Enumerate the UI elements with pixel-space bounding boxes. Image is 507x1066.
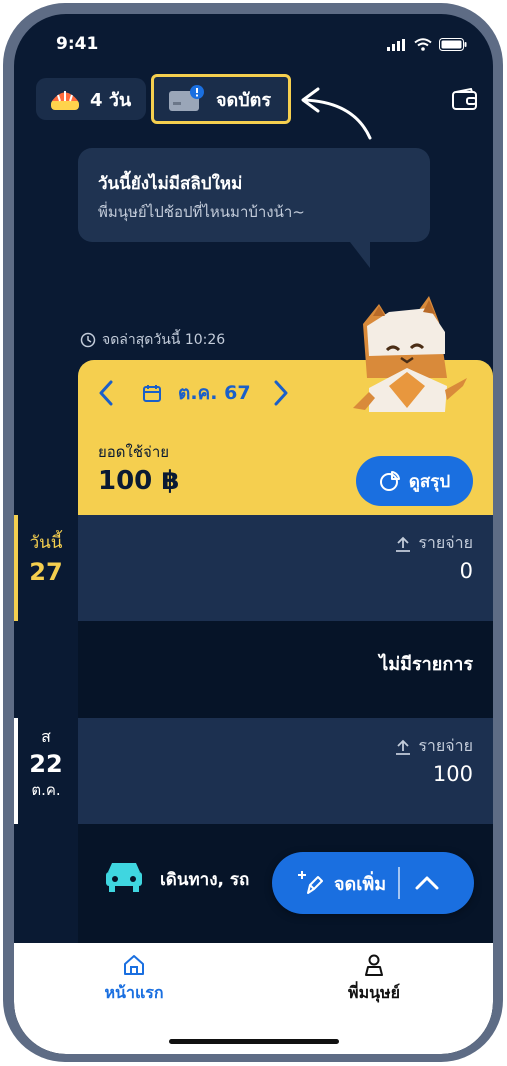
status-bar: 9:41 [14,14,493,72]
summary-label: ดูสรุป [408,471,451,492]
date-today: วันนี้ 27 [14,529,78,586]
cat-mascot-icon [353,296,467,412]
battery-icon [439,38,467,51]
tab-home-label: หน้าแรก [104,983,164,1002]
month-label[interactable]: ต.ค. 67 [178,378,251,408]
add-record-button[interactable]: จดเพิ่ม [272,869,386,898]
month-navigator: ต.ค. 67 [98,378,289,408]
wifi-icon [414,38,432,51]
signal-icon [387,38,405,51]
add-record-label: จดเพิ่ม [334,873,387,895]
date-weekday: วันนี้ [29,533,63,553]
transaction-category: เดินทาง, รถ [160,870,250,890]
home-indicator [169,1039,339,1044]
calendar-icon [142,383,162,403]
day-expense-summary[interactable]: รายจ่าย 100 [78,718,493,824]
expense-label: รายจ่าย [394,531,473,556]
date-day: 27 [29,558,63,586]
next-month-icon[interactable] [273,380,289,406]
credit-card-icon [169,85,204,111]
streak-label: 4 วัน [90,89,132,111]
bubble-tail [350,242,370,268]
date-month: ต.ค. [31,781,61,799]
pie-chart-icon [379,471,400,491]
upload-arrow-icon [396,739,411,755]
date-weekday: ส [41,727,51,746]
chevron-up-icon[interactable] [414,875,440,891]
sushi-icon [51,91,79,110]
tab-profile-label: พี่มนุษย์ [348,983,400,1002]
empty-day-row: ไม่มีรายการ [78,621,493,718]
expense-value: 100 [432,762,473,786]
expense-value: 0 [459,559,473,583]
status-time: 9:41 [56,34,99,54]
empty-text: ไม่มีรายการ [379,654,473,675]
home-icon [124,955,144,975]
summary-button[interactable]: ดูสรุป [356,456,473,506]
expense-label: รายจ่าย [394,734,473,759]
expense-label-text: รายจ่าย [418,533,473,552]
streak-badge[interactable]: 4 วัน [36,78,146,120]
status-icons [387,38,467,51]
fab-divider [398,867,401,899]
tab-profile[interactable]: พี่มนุษย์ [314,953,434,1006]
spend-value: 100 ฿ [98,466,180,496]
bottom-tab-bar: หน้าแรก พี่มนุษย์ [14,943,493,1054]
bubble-title: วันนี้ยังไม่มีสลิปใหม่ [98,174,243,194]
spend-label: ยอดใช้จ่าย [98,443,170,461]
record-card-label: จดบัตร [216,89,272,111]
clock-icon [80,332,96,348]
pointer-arrow-icon [301,87,372,140]
day-expense-summary[interactable]: รายจ่าย 0 [78,515,493,621]
upload-arrow-icon [396,536,411,552]
add-record-fab[interactable]: จดเพิ่ม [272,852,474,914]
prev-month-icon[interactable] [98,380,114,406]
last-record-time: จดล่าสุดวันนี้ 10:26 [80,329,225,351]
expense-label-text: รายจ่าย [418,736,473,755]
date-day: 22 [29,750,63,778]
app-screen: 9:41 4 วัน จดบัตร วันนี้ยังไม่มีสลิปใหม่… [14,14,493,1054]
bubble-subtitle: พี่มนุษย์ไปช้อปที่ไหนมาบ้างน้า~ [98,203,305,221]
add-pen-icon [298,871,323,894]
last-record-label: จดล่าสุดวันนี้ 10:26 [102,332,226,348]
tab-home[interactable]: หน้าแรก [74,953,194,1006]
record-card-button[interactable]: จดบัตร [151,74,291,124]
car-icon [106,863,142,892]
mascot-speech-bubble: วันนี้ยังไม่มีสลิปใหม่ พี่มนุษย์ไปช้อปที… [78,148,430,242]
person-icon [365,954,383,976]
wallet-icon[interactable] [452,88,478,110]
date-22: ส 22 ต.ค. [14,725,78,802]
